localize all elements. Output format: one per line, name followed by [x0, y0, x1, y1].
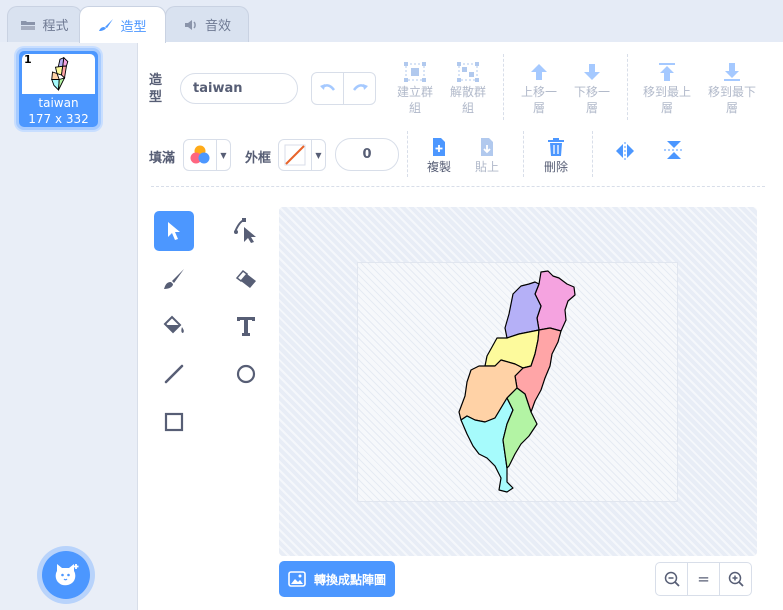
rectangle-icon: [164, 412, 184, 432]
brush-tool[interactable]: [154, 259, 194, 299]
eraser-tool[interactable]: [226, 259, 266, 299]
costume-number: 1: [24, 53, 32, 66]
zoom-in-button[interactable]: [719, 563, 751, 595]
delete-label: 刪除: [543, 160, 568, 174]
image-icon: [288, 571, 306, 587]
arrow-down-icon: [584, 64, 600, 80]
sound-icon: [184, 19, 196, 30]
bring-to-front-icon: [659, 63, 675, 81]
editor-tabs: 程式 造型 音效: [0, 0, 783, 43]
outline-width-input[interactable]: 0: [335, 138, 399, 171]
outline-label: 外框: [245, 151, 272, 166]
convert-to-bitmap-label: 轉換成點陣圖: [314, 572, 387, 587]
arrow-up-icon: [531, 64, 547, 80]
outline-color-picker[interactable]: ▼: [278, 139, 326, 171]
paste-label: 貼上: [474, 160, 499, 174]
redo-button[interactable]: [344, 73, 375, 104]
zoom-out-button[interactable]: [656, 563, 687, 595]
no-color-icon: [284, 144, 306, 166]
tab-costumes[interactable]: 造型: [79, 6, 166, 43]
toolbar-bottom-divider: [151, 186, 765, 187]
tab-sounds[interactable]: 音效: [165, 6, 249, 42]
tab-code[interactable]: 程式: [7, 6, 82, 42]
zoom-controls: =: [655, 562, 752, 596]
toolbar-divider: [503, 54, 504, 120]
zoom-out-icon: [664, 571, 680, 587]
backward-label: 下移一層: [573, 85, 610, 115]
select-tool[interactable]: [154, 211, 194, 251]
convert-to-bitmap-button[interactable]: 轉換成點陣圖: [279, 561, 395, 597]
flip-vertical-button[interactable]: [644, 139, 704, 163]
paste-button[interactable]: 貼上: [457, 135, 517, 175]
arrow-pointer-icon: [168, 222, 180, 240]
eraser-icon: [235, 269, 256, 288]
fill-color-swatch-icon: [190, 145, 210, 164]
front-label: 移到最上層: [643, 85, 692, 115]
costume-thumbnail: [22, 54, 95, 94]
brush-icon: [99, 19, 114, 31]
reshape-tool[interactable]: [226, 211, 266, 251]
text-icon: [237, 317, 255, 336]
zoom-reset-button[interactable]: =: [687, 563, 719, 595]
brush-icon: [164, 269, 184, 289]
reshape-icon: [234, 218, 256, 243]
ungroup-icon: [457, 62, 479, 82]
forward-label: 上移一層: [520, 85, 557, 115]
back-button[interactable]: 移到最下層: [702, 60, 762, 116]
chevron-down-icon: ▼: [216, 140, 230, 170]
paint-bucket-icon: [163, 315, 184, 334]
code-icon: [21, 20, 36, 30]
group-icon: [404, 62, 426, 82]
cat-add-icon: [55, 564, 79, 586]
region-north-west[interactable]: [504, 281, 542, 339]
toolbar-divider: [592, 131, 593, 177]
copy-icon: [433, 138, 445, 156]
rectangle-tool[interactable]: [154, 402, 194, 442]
line-icon: [164, 364, 184, 384]
undo-button[interactable]: [312, 73, 344, 104]
ungroup-label: 解散群組: [450, 85, 487, 115]
toolbar-divider: [627, 54, 628, 120]
region-north-east[interactable]: [534, 270, 576, 332]
costume-name-label: 造型: [149, 73, 163, 105]
flip-vertical-icon: [664, 141, 684, 159]
tab-sounds-label: 音效: [204, 19, 231, 34]
costume-item-size: 177 x 332: [28, 112, 89, 126]
toolbar-divider: [407, 131, 408, 177]
redo-icon: [352, 83, 368, 91]
undo-icon: [319, 83, 335, 91]
undo-redo-group: [311, 72, 376, 105]
taiwan-map[interactable]: [455, 268, 580, 496]
back-label: 移到最下層: [708, 85, 757, 115]
send-to-back-icon: [724, 63, 740, 81]
text-tool[interactable]: [226, 306, 266, 346]
fill-tool[interactable]: [154, 306, 194, 346]
circle-tool[interactable]: [226, 354, 266, 394]
costume-name-input[interactable]: taiwan: [180, 73, 298, 104]
group-button[interactable]: 建立群組: [385, 60, 445, 116]
flip-horizontal-icon: [616, 142, 634, 160]
toolbar-divider: [523, 131, 524, 177]
costume-item-name: taiwan: [38, 96, 79, 110]
add-costume-button[interactable]: [42, 551, 90, 599]
costume-item-taiwan[interactable]: 1 taiwan 177 x 332: [16, 48, 101, 130]
backward-button[interactable]: 下移一層: [562, 60, 622, 116]
tab-costumes-label: 造型: [120, 19, 147, 35]
delete-button[interactable]: 刪除: [526, 135, 586, 175]
paste-icon: [481, 138, 493, 156]
ungroup-button[interactable]: 解散群組: [438, 60, 498, 116]
line-tool[interactable]: [154, 354, 194, 394]
fill-color-picker[interactable]: ▼: [183, 139, 231, 171]
chevron-down-icon: ▼: [311, 140, 325, 170]
fill-label: 填滿: [149, 151, 176, 166]
group-label: 建立群組: [397, 85, 434, 115]
trash-icon: [548, 138, 564, 156]
front-button[interactable]: 移到最上層: [637, 60, 697, 116]
forward-button[interactable]: 上移一層: [509, 60, 569, 116]
circle-icon: [236, 364, 256, 384]
tab-code-label: 程式: [42, 19, 69, 34]
zoom-in-icon: [728, 571, 744, 587]
